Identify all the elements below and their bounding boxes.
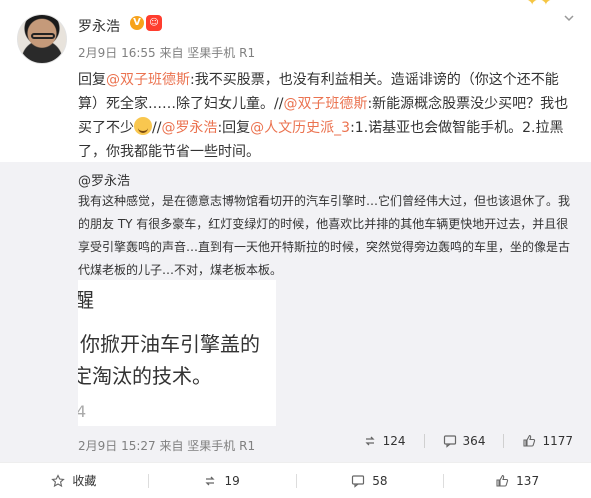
repost-comment-count[interactable]: 364 bbox=[443, 434, 486, 448]
laugh-cry-emoji-icon bbox=[134, 117, 152, 135]
comment-icon bbox=[443, 435, 456, 448]
favorite-button[interactable]: 收藏 bbox=[0, 463, 148, 498]
repost-count: 19 bbox=[224, 473, 240, 488]
repost-stats: 124 364 1177 bbox=[345, 434, 573, 448]
avatar[interactable] bbox=[17, 14, 67, 64]
repost-author-link[interactable]: @罗永浩 bbox=[78, 174, 130, 189]
repost-author[interactable]: @罗永浩 bbox=[78, 170, 130, 189]
chevron-down-icon[interactable] bbox=[563, 12, 575, 24]
repost-icon bbox=[365, 436, 375, 446]
like-count-label: 1177 bbox=[542, 434, 573, 448]
post-author[interactable]: 罗永浩 bbox=[78, 16, 120, 36]
repost-count-label: 124 bbox=[382, 434, 406, 448]
reposted-content[interactable]: @罗永浩 我有这种感觉，是在德意志博物馆看切开的汽车引擎时…它们曾经伟大过，但也… bbox=[0, 162, 591, 462]
repost-text: 我有这种感觉，是在德意志博物馆看切开的汽车引擎时…它们曾经伟大过，但也该退休了。… bbox=[78, 194, 571, 277]
weibo-post-card: ✦ ✦ 罗永浩 V ☺ 2月9日 16:55 来自 坚果手机 R1 回复@双子班… bbox=[0, 0, 591, 498]
favorite-label: 收藏 bbox=[72, 474, 97, 488]
repost-meta: 2月9日 15:27 来自 坚果手机 R1 bbox=[78, 439, 256, 453]
text-fragment: :回复 bbox=[217, 120, 251, 136]
comment-icon bbox=[352, 474, 365, 488]
text-fragment: 回复 bbox=[78, 72, 106, 88]
favorite-icon bbox=[51, 473, 66, 487]
comment-count: 58 bbox=[372, 473, 388, 488]
decoration-icon: ✦ ✦ bbox=[527, 0, 551, 8]
repost-like-count[interactable]: 1177 bbox=[522, 434, 573, 448]
action-bar: 收藏 19 58 137 bbox=[0, 462, 591, 498]
repost-icon bbox=[205, 476, 216, 485]
mention-link[interactable]: @双子班德斯 bbox=[106, 72, 190, 88]
post-image[interactable]: 醒 你掀开油车引擎盖的 定淘汰的技术。 4 bbox=[78, 280, 276, 426]
mention-link[interactable]: @人文历史派_3 bbox=[250, 120, 350, 136]
repost-button[interactable]: 19 bbox=[147, 463, 296, 498]
like-button[interactable]: 137 bbox=[443, 463, 591, 498]
like-icon bbox=[496, 474, 509, 487]
post-meta: 2月9日 16:55 来自 坚果手机 R1 bbox=[78, 46, 256, 60]
like-count: 137 bbox=[516, 473, 540, 488]
comment-count-label: 364 bbox=[462, 434, 486, 448]
verified-badge: V bbox=[130, 16, 144, 30]
image-text: 定淘汰的技术。 bbox=[78, 364, 212, 388]
comment-button[interactable]: 58 bbox=[295, 463, 444, 498]
repost-repost-count[interactable]: 124 bbox=[363, 434, 406, 448]
mention-link[interactable]: @双子班德斯 bbox=[283, 96, 367, 112]
image-text: 你掀开油车引擎盖的 bbox=[80, 332, 260, 356]
post-text: 回复@双子班德斯:我不买股票，也没有利益相关。造谣诽谤的（你这个还不能算）死全家… bbox=[78, 68, 578, 164]
image-text: 醒 bbox=[78, 288, 94, 312]
mention-link[interactable]: @罗永浩 bbox=[161, 120, 217, 136]
like-icon bbox=[523, 434, 536, 447]
image-text: 4 bbox=[78, 402, 87, 421]
member-badge: ☺ bbox=[146, 15, 162, 31]
